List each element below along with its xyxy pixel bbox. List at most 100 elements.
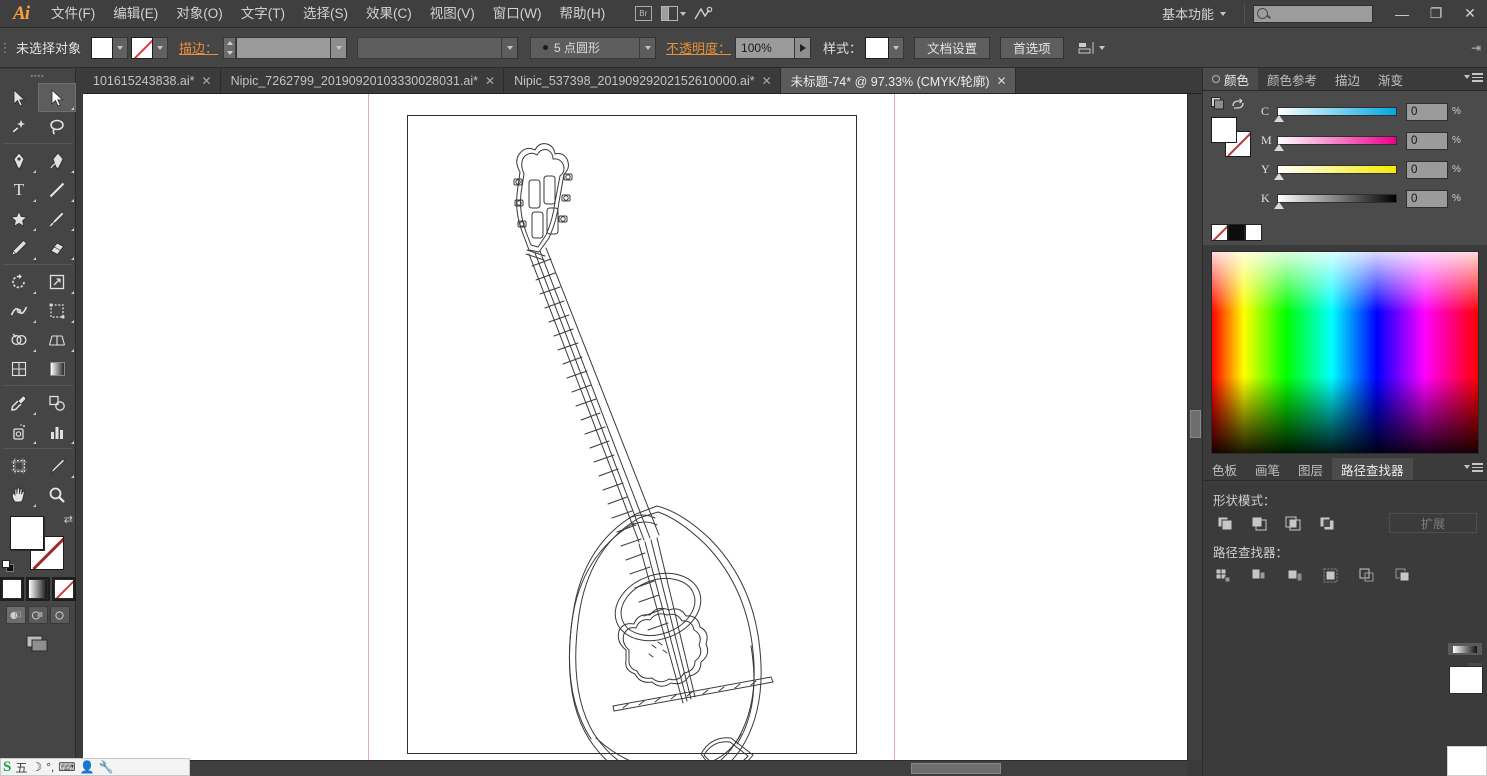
color-panel-fill-box[interactable] (1211, 117, 1237, 143)
minus-front-button[interactable] (1247, 513, 1271, 533)
menu-edit[interactable]: 编辑(E) (104, 0, 167, 28)
swatch-white[interactable] (1245, 224, 1262, 241)
tools-panel-grip[interactable]: ▪▪▪▪ (0, 69, 75, 83)
fill-swatch[interactable] (91, 36, 114, 59)
close-button[interactable]: ✕ (1453, 1, 1487, 27)
change-screen-mode-icon[interactable] (24, 633, 52, 655)
ime-mode-icon[interactable]: 五 (15, 759, 27, 776)
gradient-preview-icon[interactable] (1447, 642, 1483, 656)
merge-button[interactable] (1283, 565, 1307, 585)
cyan-knob[interactable] (1274, 115, 1284, 122)
expand-button[interactable]: 扩展 (1389, 513, 1477, 533)
crop-button[interactable] (1319, 565, 1343, 585)
shape-builder-tool[interactable] (0, 325, 38, 354)
workspace-switcher[interactable]: 基本功能 (1152, 4, 1220, 23)
minimize-button[interactable]: — (1385, 1, 1419, 27)
black-input[interactable]: 0 (1406, 189, 1448, 208)
menu-window[interactable]: 窗口(W) (484, 0, 551, 28)
doc-tab-2-close-icon[interactable]: ✕ (485, 74, 495, 88)
chevron-down-icon[interactable] (1220, 11, 1226, 16)
swatch-black[interactable] (1228, 224, 1245, 241)
shape-tool[interactable] (0, 204, 38, 233)
doc-tab-3-close-icon[interactable]: ✕ (762, 74, 772, 88)
yellow-knob[interactable] (1274, 173, 1284, 180)
color-mode-button[interactable] (1, 579, 22, 599)
black-knob[interactable] (1274, 202, 1284, 209)
trim-button[interactable] (1247, 565, 1271, 585)
ime-keyboard-icon[interactable]: ⌨ (58, 760, 75, 774)
line-segment-tool[interactable] (38, 175, 76, 204)
brush-definition-dropdown-icon[interactable] (640, 36, 657, 59)
direct-selection-tool[interactable] (38, 83, 76, 112)
stroke-weight-label[interactable]: 描边： (171, 38, 223, 57)
stroke-weight-stepper[interactable] (223, 36, 237, 59)
draw-inside-button[interactable] (49, 606, 70, 624)
intersect-button[interactable] (1281, 513, 1305, 533)
selection-tool[interactable] (0, 83, 38, 112)
stroke-weight-input[interactable] (236, 36, 332, 59)
doc-tab-1[interactable]: 101615243838.ai* ✕ (83, 68, 221, 93)
canvas-area[interactable] (83, 94, 1187, 760)
outline-button[interactable] (1355, 565, 1379, 585)
ime-moon-icon[interactable]: ☽ (31, 760, 42, 774)
minus-back-button[interactable] (1391, 565, 1415, 585)
pathfinder-panel-menu-icon[interactable] (1464, 463, 1483, 472)
paintbrush-tool[interactable] (38, 204, 76, 233)
brush-definition-input[interactable]: 5 点圆形 (530, 36, 641, 59)
restore-button[interactable]: ❐ (1419, 1, 1453, 27)
draw-normal-button[interactable] (5, 606, 26, 624)
magic-wand-tool[interactable] (0, 112, 38, 141)
menu-object[interactable]: 对象(O) (167, 0, 232, 28)
control-bar-overflow[interactable]: ⇥ (1471, 41, 1487, 55)
cyan-input[interactable]: 0 (1406, 102, 1448, 121)
lasso-tool[interactable] (38, 112, 76, 141)
search-input[interactable] (1253, 4, 1373, 23)
ime-user-icon[interactable]: 👤 (80, 760, 95, 774)
opacity-popup-icon[interactable] (795, 36, 812, 59)
shaper-eraser-tool[interactable] (38, 233, 76, 262)
blend-tool[interactable] (38, 388, 76, 417)
free-transform-tool[interactable] (38, 296, 76, 325)
zoom-tool[interactable] (38, 480, 76, 509)
scale-tool[interactable] (38, 267, 76, 296)
artboard-tool[interactable] (0, 451, 38, 480)
yellow-track[interactable] (1274, 165, 1397, 180)
menu-view[interactable]: 视图(V) (421, 0, 484, 28)
color-panel-reverse-icon[interactable] (1231, 97, 1245, 113)
opacity-input[interactable]: 100% (735, 36, 796, 59)
panel-tab-pathfinder[interactable]: 路径查找器 (1332, 458, 1413, 480)
stroke-swatch[interactable] (131, 36, 154, 59)
color-panel-swatch-icon[interactable] (1211, 97, 1225, 113)
cyan-track[interactable] (1274, 107, 1397, 122)
panel-tab-swatches[interactable]: 色板 (1203, 458, 1246, 480)
color-spectrum-ramp[interactable] (1211, 251, 1479, 454)
panel-tab-layers[interactable]: 图层 (1289, 458, 1332, 480)
menu-select[interactable]: 选择(S) (294, 0, 357, 28)
arrange-documents-icon[interactable] (660, 4, 686, 24)
sogou-logo-icon[interactable]: S (3, 759, 11, 776)
type-tool[interactable]: T (0, 175, 38, 204)
unite-button[interactable] (1213, 513, 1237, 533)
curvature-tool[interactable] (38, 146, 76, 175)
pen-tool[interactable] (0, 146, 38, 175)
doc-tab-2[interactable]: Nipic_7262799_20190920103330028031.ai* ✕ (220, 68, 505, 93)
magenta-input[interactable]: 0 (1406, 131, 1448, 150)
bridge-icon[interactable]: Br (630, 4, 656, 24)
default-fill-stroke-icon[interactable] (2, 560, 15, 573)
stroke-profile-input[interactable] (357, 36, 503, 59)
menu-type[interactable]: 文字(T) (232, 0, 294, 28)
stroke-dropdown-icon[interactable] (153, 36, 169, 59)
ime-toolbar[interactable]: S 五 ☽ °, ⌨ 👤 🔧 (0, 758, 190, 776)
doc-tab-3[interactable]: Nipic_537398_20190929202152610000.ai* ✕ (504, 68, 781, 93)
doc-tab-4-close-icon[interactable]: ✕ (997, 74, 1007, 88)
perspective-grid-tool[interactable] (38, 325, 76, 354)
ime-tools-icon[interactable]: 🔧 (99, 760, 114, 774)
preferences-button[interactable]: 首选项 (1000, 36, 1064, 59)
width-tool[interactable] (0, 296, 38, 325)
panel-tab-color[interactable]: 颜色 (1203, 68, 1259, 90)
none-mode-button[interactable] (53, 579, 74, 599)
magenta-track[interactable] (1274, 136, 1397, 151)
rotate-tool[interactable] (0, 267, 38, 296)
draw-behind-button[interactable] (27, 606, 48, 624)
opacity-label[interactable]: 不透明度： (656, 38, 735, 57)
